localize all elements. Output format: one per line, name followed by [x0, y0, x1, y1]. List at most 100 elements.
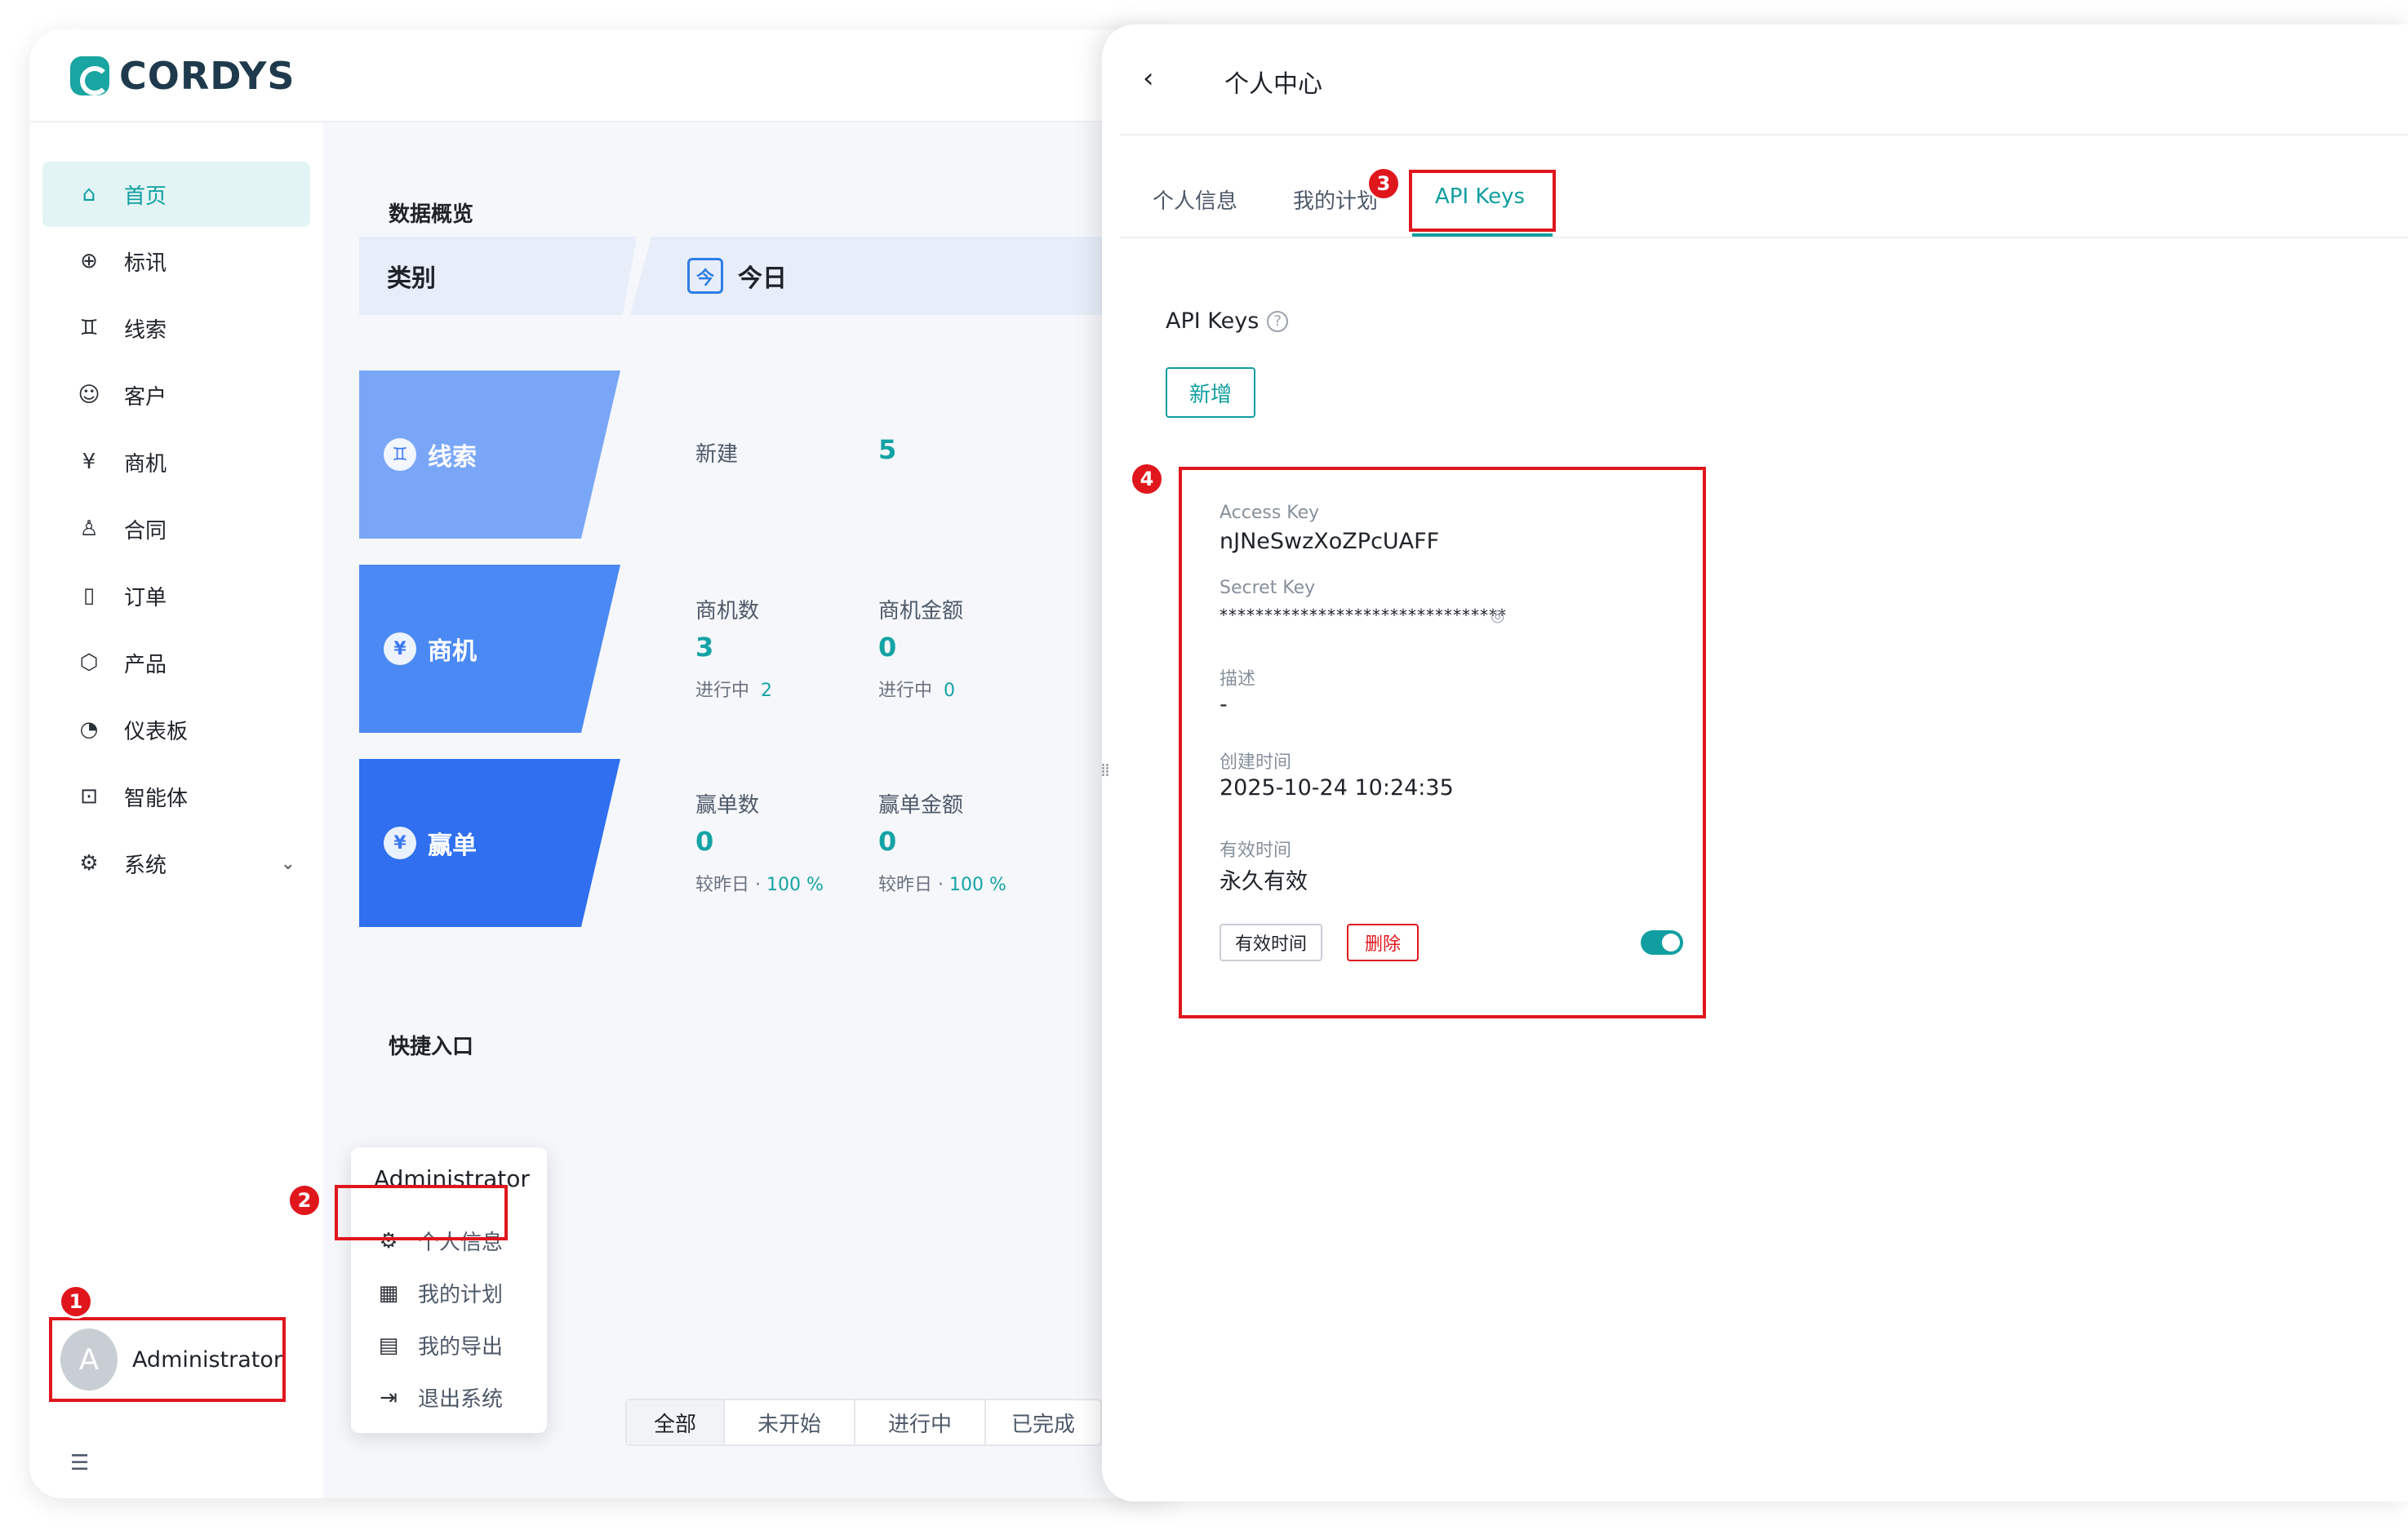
delete-key-button[interactable]: 删除 [1347, 924, 1419, 961]
stat-value[interactable]: 5 [878, 434, 896, 465]
sidebar-item-orders[interactable]: ▯ 订单 [42, 563, 310, 628]
overview-title: 数据概览 [389, 202, 474, 227]
stat-label: 商机数 [695, 599, 760, 623]
task-filter-tabs: 全部 未开始 进行中 已完成 [625, 1399, 1102, 1446]
wins-card[interactable]: ¥ 赢单 [359, 759, 620, 927]
sidebar-item-contracts[interactable]: ♙ 合同 [42, 496, 310, 561]
menu-item-plan[interactable]: ▦ 我的计划 [375, 1278, 503, 1308]
back-chevron-icon[interactable]: ‹ [1143, 62, 1154, 95]
access-key-label: Access Key [1220, 503, 1320, 523]
stat-value[interactable]: 3 [695, 632, 713, 663]
tab-profile[interactable]: 个人信息 [1153, 184, 1237, 215]
section-title-label: API Keys [1166, 308, 1260, 334]
api-keys-section-title: API Keys ? [1166, 308, 1289, 334]
secret-key-value: ******************************** [1220, 606, 1507, 625]
stat-label: 赢单金额 [878, 793, 964, 818]
set-expiry-button[interactable]: 有效时间 [1220, 924, 1322, 961]
customer-icon: ☺ [78, 383, 100, 407]
lead-icon: ♊ [384, 438, 416, 471]
sidebar-item-home[interactable]: ⌂ 首页 [42, 162, 310, 227]
menu-item-label: 我的导出 [418, 1335, 504, 1360]
menu-item-label: 退出系统 [418, 1387, 504, 1412]
key-enabled-toggle[interactable] [1641, 930, 1683, 955]
step-badge-4: 4 [1130, 462, 1164, 496]
filter-tab-not-started[interactable]: 未开始 [725, 1400, 855, 1444]
tab-my-plan[interactable]: 我的计划 [1293, 184, 1378, 215]
access-key-value[interactable]: nJNeSwzXoZPcUAFF [1220, 529, 1439, 554]
sidebar-item-label: 订单 [124, 585, 167, 610]
column-header-category: 类别 [359, 237, 637, 315]
stat-subtext: 进行中 2 [695, 681, 773, 701]
stat-value[interactable]: 0 [878, 826, 896, 857]
lead-icon: ♊ [79, 316, 99, 340]
menu-item-logout[interactable]: ⇥ 退出系统 [375, 1382, 503, 1413]
calendar-icon: ▦ [378, 1280, 399, 1306]
yen-icon: ¥ [384, 632, 416, 665]
filter-tab-done[interactable]: 已完成 [986, 1400, 1100, 1444]
sidebar-item-dashboard[interactable]: ◔ 仪表板 [42, 697, 310, 762]
sidebar-item-label: 系统 [124, 853, 167, 878]
sidebar-item-label: 首页 [124, 184, 167, 209]
column-header-label: 类别 [387, 264, 436, 293]
sidebar-item-bids[interactable]: ⊕ 标讯 [42, 228, 310, 294]
created-time-label: 创建时间 [1220, 752, 1292, 773]
stat-label: 新建 [695, 442, 739, 467]
logo-icon [70, 56, 109, 95]
logout-icon: ⇥ [380, 1385, 398, 1410]
expiry-value: 永久有效 [1220, 869, 1308, 894]
brand-logo[interactable]: CORDYS [70, 54, 295, 98]
calendar-today-icon: 今 [687, 258, 723, 294]
drawer-resize-handle[interactable]: ⁞⁞ [1100, 761, 1110, 781]
sidebar-item-customers[interactable]: ☺ 客户 [42, 362, 310, 428]
gauge-icon: ◔ [79, 717, 99, 742]
filter-tab-all[interactable]: 全部 [627, 1400, 725, 1444]
home-icon: ⌂ [82, 182, 96, 206]
shortcuts-title: 快捷入口 [389, 1035, 474, 1059]
sidebar-item-label: 仪表板 [124, 719, 189, 744]
sidebar-item-system[interactable]: ⚙ 系统 ⌄ [42, 831, 310, 896]
expiry-label: 有效时间 [1220, 841, 1292, 861]
column-header-today: 今 今日 [630, 237, 1161, 315]
stat-value[interactable]: 0 [695, 826, 713, 857]
gear-icon: ⚙ [79, 851, 99, 876]
stat-label: 商机金额 [878, 599, 964, 623]
column-header-label: 今日 [738, 264, 787, 293]
box-icon: ⬡ [79, 650, 99, 675]
leads-card[interactable]: ♊ 线索 [359, 370, 620, 539]
sidebar-item-opportunities[interactable]: ¥ 商机 [42, 429, 310, 495]
filter-tab-in-progress[interactable]: 进行中 [855, 1400, 986, 1444]
sidebar-item-label: 线索 [124, 317, 167, 343]
stat-value[interactable]: 0 [878, 632, 896, 663]
description-label: 描述 [1220, 669, 1256, 690]
export-icon: ▤ [378, 1333, 399, 1358]
created-time-value: 2025-10-24 10:24:35 [1220, 775, 1454, 801]
step-badge-2: 2 [287, 1183, 322, 1218]
order-icon: ▯ [82, 583, 96, 608]
highlight-profile-item [335, 1185, 508, 1240]
menu-item-label: 我的计划 [418, 1283, 504, 1307]
collapse-sidebar-icon[interactable]: ☰ [70, 1451, 89, 1475]
user-profile-button[interactable]: A Administrator [49, 1317, 286, 1402]
sidebar-item-products[interactable]: ⬡ 产品 [42, 630, 310, 695]
help-icon[interactable]: ? [1267, 310, 1289, 332]
sidebar-item-label: 产品 [124, 652, 167, 677]
money-bag-icon: ¥ [384, 827, 416, 859]
step-badge-1: 1 [59, 1284, 93, 1319]
add-api-key-button[interactable]: 新增 [1166, 367, 1255, 418]
tabs-divider [1120, 237, 2408, 238]
stat-subtext: 较昨日 · 100 % [878, 875, 1006, 895]
chevron-down-icon: ⌄ [280, 854, 295, 874]
sidebar-item-leads[interactable]: ♊ 线索 [42, 295, 310, 361]
stamp-icon: ♙ [79, 517, 99, 541]
opportunities-card[interactable]: ¥ 商机 [359, 565, 620, 733]
card-label: 线索 [428, 443, 477, 472]
stat-subtext: 较昨日 · 100 % [695, 875, 824, 895]
eye-off-icon[interactable]: ◎ [1491, 606, 1504, 625]
robot-icon: ⊡ [80, 784, 98, 809]
crosshair-icon: ⊕ [80, 249, 98, 273]
user-name: Administrator [131, 1346, 282, 1373]
sidebar-item-agents[interactable]: ⊡ 智能体 [42, 764, 310, 829]
sidebar-item-label: 商机 [124, 451, 167, 477]
sidebar-item-label: 标讯 [124, 251, 167, 276]
menu-item-export[interactable]: ▤ 我的导出 [375, 1330, 503, 1360]
